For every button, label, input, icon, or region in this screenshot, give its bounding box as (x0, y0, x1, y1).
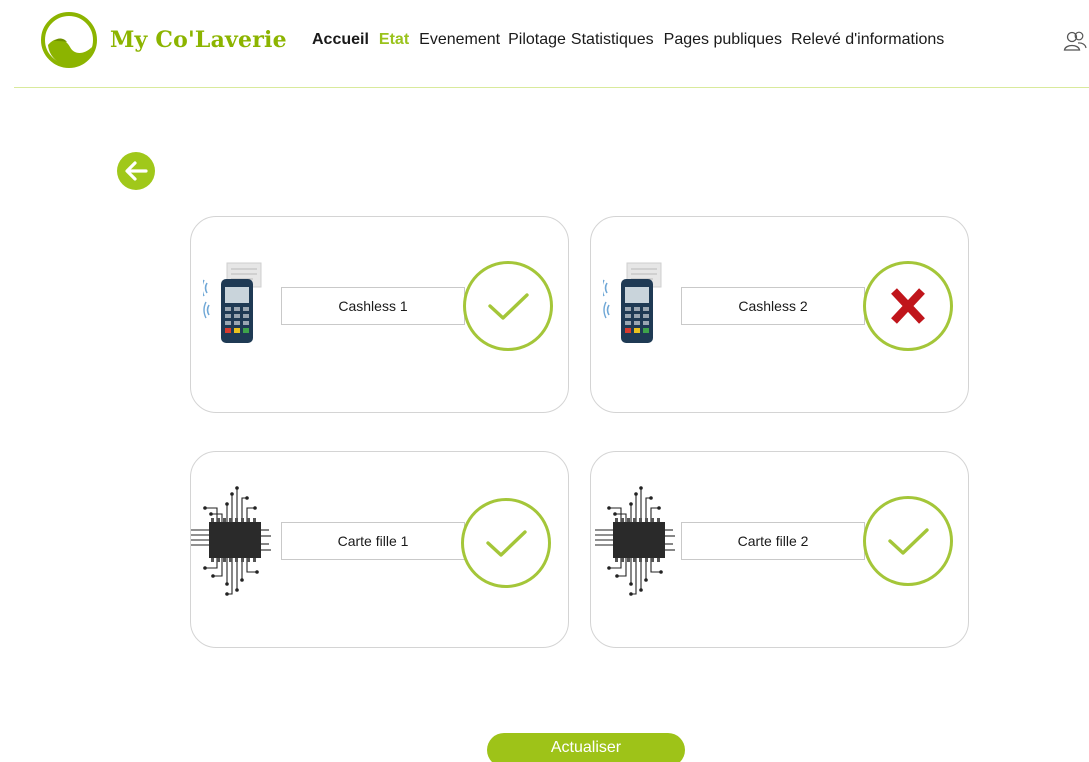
device-card-cashless-2: Cashless 2 (590, 216, 969, 413)
device-card-cashless-1: Cashless 1 (190, 216, 569, 413)
top-bar: My Co'Laverie Accueil Etat Evenement Pil… (0, 0, 1089, 88)
page: My Co'Laverie Accueil Etat Evenement Pil… (0, 0, 1089, 762)
nav-pilotage[interactable]: Pilotage (508, 31, 566, 55)
status-indicator (461, 498, 551, 588)
nav-etat[interactable]: Etat (379, 31, 409, 55)
chip-icon (595, 486, 675, 596)
device-card-carte-fille-2: Carte fille 2 (590, 451, 969, 648)
nav-pages-publiques[interactable]: Pages publiques (664, 31, 782, 55)
device-label: Cashless 1 (281, 287, 465, 325)
cross-icon (891, 288, 925, 324)
device-label: Carte fille 1 (281, 522, 465, 560)
check-icon (486, 530, 527, 557)
status-indicator (863, 496, 953, 586)
nav-statistiques[interactable]: Statistiques (571, 31, 654, 55)
device-label: Carte fille 2 (681, 522, 865, 560)
status-indicator (863, 261, 953, 351)
check-icon (488, 293, 529, 320)
payment-terminal-icon (203, 262, 262, 343)
nav-accueil[interactable]: Accueil (312, 31, 369, 55)
device-label: Cashless 2 (681, 287, 865, 325)
chip-icon (191, 486, 271, 596)
main-nav: Accueil Etat Evenement Pilotage Statisti… (312, 31, 944, 55)
arrow-left-icon (125, 161, 148, 181)
nav-evenement[interactable]: Evenement (419, 31, 500, 55)
refresh-button[interactable]: Actualiser (487, 733, 685, 762)
brand-name: My Co'Laverie (110, 27, 287, 53)
users-icon[interactable] (1063, 29, 1087, 53)
check-icon (888, 528, 929, 555)
back-button[interactable] (117, 152, 155, 190)
header-divider (14, 87, 1089, 88)
device-card-carte-fille-1: Carte fille 1 (190, 451, 569, 648)
status-indicator (463, 261, 553, 351)
logo-icon (41, 12, 97, 68)
payment-terminal-icon (603, 262, 662, 343)
nav-releve-informations[interactable]: Relevé d'informations (791, 31, 944, 55)
